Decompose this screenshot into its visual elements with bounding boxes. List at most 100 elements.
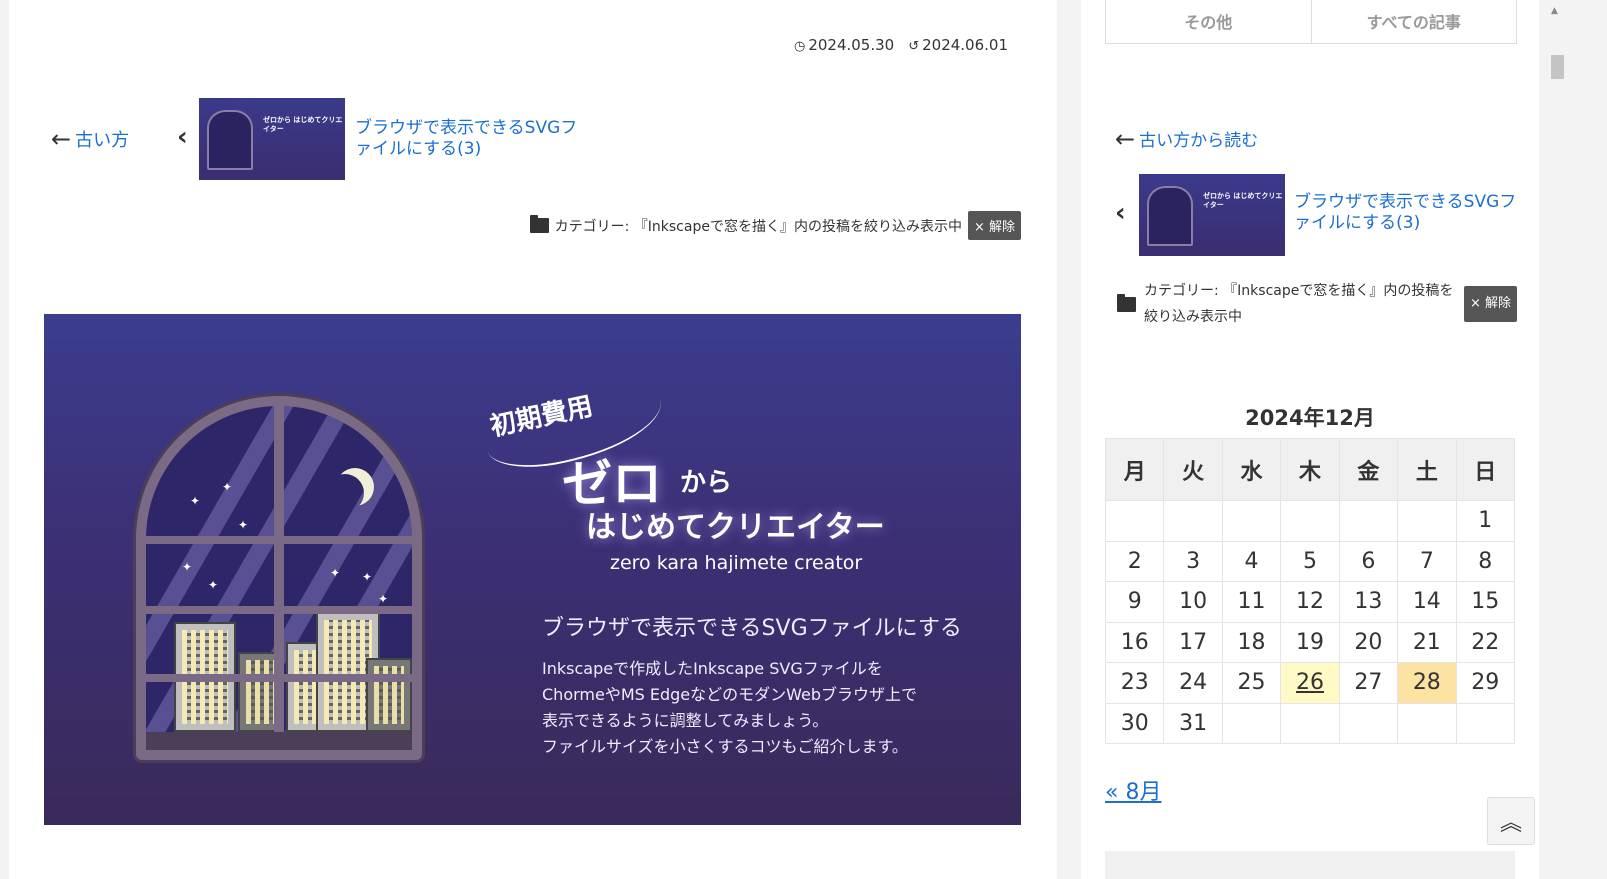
calendar-day: 5 bbox=[1280, 540, 1340, 582]
post-navigation: ← 古い方 ‹ ゼロから はじめてクリエイター ブラウザで表示できるSVGファイ… bbox=[9, 98, 1057, 182]
hero-subtitle: ブラウザで表示できるSVGファイルにする bbox=[542, 616, 962, 641]
sidebar-post-title-link[interactable]: ブラウザで表示できるSVGファイルにする(3) bbox=[1294, 192, 1524, 234]
unset-filter-button[interactable]: × 解除 bbox=[967, 211, 1021, 240]
calendar-day: 8 bbox=[1455, 540, 1516, 582]
calendar-weekday: 火 bbox=[1163, 438, 1223, 501]
calendar-day: 11 bbox=[1221, 581, 1282, 623]
folder-icon bbox=[1117, 293, 1136, 312]
calendar-week: 9 10 11 12 13 14 15 bbox=[1104, 581, 1516, 623]
scroll-up-arrow-icon[interactable]: ▲ bbox=[1551, 6, 1558, 16]
calendar-empty-cell bbox=[1397, 702, 1457, 744]
clock-icon: ◷ bbox=[793, 39, 806, 54]
calendar-weekday: 水 bbox=[1221, 438, 1282, 501]
chevron-left-icon[interactable]: ‹ bbox=[177, 122, 188, 152]
star-icon: ✦ bbox=[362, 570, 373, 584]
calendar-weekday: 金 bbox=[1338, 438, 1399, 501]
calendar-empty-cell bbox=[1455, 702, 1516, 744]
folder-icon bbox=[529, 215, 549, 233]
calendar-weekday: 日 bbox=[1455, 438, 1516, 501]
star-icon: ✦ bbox=[378, 592, 389, 606]
hero-logo-kara: から bbox=[680, 468, 733, 498]
scrollbar[interactable]: ▲ bbox=[1547, 0, 1567, 879]
calendar-day: 2 bbox=[1104, 540, 1165, 582]
calendar-weekday: 土 bbox=[1397, 438, 1457, 501]
calendar-weekdays: 月火水木金土日 bbox=[1104, 438, 1516, 501]
calendar-day: 24 bbox=[1163, 662, 1223, 704]
calendar-day: 16 bbox=[1104, 621, 1165, 663]
building bbox=[366, 658, 412, 732]
calendar-empty-cell bbox=[1338, 500, 1399, 542]
calendar-day: 17 bbox=[1163, 621, 1223, 663]
sidebar-tabs: その他 すべての記事 bbox=[1105, 0, 1517, 44]
moon-icon bbox=[326, 474, 364, 512]
calendar-day: 19 bbox=[1280, 621, 1340, 663]
calendar-weekday: 木 bbox=[1280, 438, 1340, 501]
hero-logo-roman: zero kara hajimete creator bbox=[610, 552, 863, 574]
thumbnail-title: ゼロから はじめてクリエイター bbox=[1203, 192, 1283, 209]
calendar-day: 1 bbox=[1455, 500, 1516, 542]
calendar-day: 13 bbox=[1338, 581, 1399, 623]
refresh-icon: ↺ bbox=[908, 39, 920, 54]
calendar-day: 10 bbox=[1163, 581, 1223, 623]
calendar-day: 15 bbox=[1455, 581, 1516, 623]
calendar-empty-cell bbox=[1280, 500, 1340, 542]
post-dates: ◷ 2024.05.30 ↺ 2024.06.01 bbox=[794, 36, 1008, 54]
chevron-left-icon[interactable]: ‹ bbox=[1115, 198, 1126, 228]
calendar-week: 30 31 bbox=[1104, 702, 1516, 744]
hero-description: Inkscapeで作成したInkscape SVGファイルを ChormeやMS… bbox=[542, 659, 918, 756]
calendar-day: 18 bbox=[1221, 621, 1282, 663]
star-icon: ✦ bbox=[182, 560, 193, 574]
calendar-prev-month-link[interactable]: « 8月 bbox=[1105, 774, 1161, 806]
calendar-weekday: 月 bbox=[1104, 438, 1165, 501]
calendar-week: 2345678 bbox=[1104, 540, 1516, 582]
calendar-day: 23 bbox=[1104, 662, 1165, 704]
calendar-week: 16 17 18 19 20 21 22 bbox=[1104, 621, 1516, 663]
prev-post-title-link[interactable]: ブラウザで表示できるSVGファイルにする(3) bbox=[355, 118, 585, 160]
arrow-left-icon: ← bbox=[1115, 124, 1136, 153]
calendar-day: 3 bbox=[1163, 540, 1223, 582]
sidebar-unset-filter-button[interactable]: × 解除 bbox=[1463, 286, 1517, 322]
category-filter-bar: カテゴリー: 『Inkscapeで窓を描く』内の投稿を絞り込み表示中 × 解除 bbox=[529, 211, 1021, 240]
category-filter-text: カテゴリー: 『Inkscapeで窓を描く』内の投稿を絞り込み表示中 bbox=[554, 218, 962, 235]
published-date: ◷ 2024.05.30 bbox=[793, 36, 895, 54]
calendar-day: 22 bbox=[1455, 621, 1516, 663]
calendar-day: 31 bbox=[1163, 702, 1223, 744]
star-icon: ✦ bbox=[330, 566, 341, 580]
calendar-day[interactable]: 26 bbox=[1280, 662, 1340, 704]
back-to-top-button[interactable]: ︽ bbox=[1487, 797, 1535, 845]
older-posts-link[interactable]: ← 古い方 bbox=[51, 126, 129, 152]
calendar-empty-cell bbox=[1338, 702, 1399, 744]
tab-other[interactable]: その他 bbox=[1106, 0, 1311, 43]
main-content: ◷ 2024.05.30 ↺ 2024.06.01 ← 古い方 ‹ ゼロから はじめ… bbox=[9, 0, 1057, 879]
window-illustration bbox=[1147, 186, 1193, 246]
star-icon: ✦ bbox=[238, 518, 249, 532]
hero-image: ✦ ✦ ✦ ✦ ✦ ✦ ✦ ✦ 初期費用 ゼロ から はじめてクリエイター ze… bbox=[44, 314, 1021, 825]
calendar-day: 4 bbox=[1221, 540, 1282, 582]
calendar-day: 14 bbox=[1397, 581, 1457, 623]
calendar-day: 28 bbox=[1397, 662, 1457, 704]
arrow-left-icon: ← bbox=[51, 125, 72, 153]
sidebar-category-filter: カテゴリー: 『Inkscapeで窓を描く』内の投稿を絞り込み表示中 × 解除 bbox=[1117, 278, 1517, 330]
prev-post-thumbnail[interactable]: ゼロから はじめてクリエイター bbox=[199, 98, 345, 180]
sidebar-post-thumbnail[interactable]: ゼロから はじめてクリエイター bbox=[1139, 174, 1285, 256]
read-from-oldest-link[interactable]: ← 古い方から読む bbox=[1115, 124, 1258, 153]
hero-logo-hajimete: はじめてクリエイター bbox=[586, 510, 885, 545]
calendar-week: 1 bbox=[1104, 500, 1516, 542]
calendar-empty-cell bbox=[1163, 500, 1223, 542]
thumbnail-title: ゼロから はじめてクリエイター bbox=[263, 116, 343, 133]
calendar-empty-cell bbox=[1221, 500, 1282, 542]
calendar-empty-cell bbox=[1104, 500, 1165, 542]
calendar-empty-cell bbox=[1397, 500, 1457, 542]
sidebar: その他 すべての記事 ← 古い方から読む ‹ ゼロから はじめてクリエイター ブ… bbox=[1081, 0, 1539, 879]
calendar-empty-cell bbox=[1280, 702, 1340, 744]
calendar-empty-cell bbox=[1221, 702, 1282, 744]
calendar-day: 21 bbox=[1397, 621, 1457, 663]
updated-date: ↺ 2024.06.01 bbox=[908, 36, 1008, 54]
tab-all-posts[interactable]: すべての記事 bbox=[1310, 0, 1517, 43]
star-icon: ✦ bbox=[190, 494, 201, 508]
arched-window-illustration: ✦ ✦ ✦ ✦ ✦ ✦ ✦ ✦ bbox=[136, 396, 422, 760]
calendar-day: 30 bbox=[1104, 702, 1165, 744]
calendar-week: 23 24 25 26 27 28 29 bbox=[1104, 662, 1516, 704]
scrollbar-thumb[interactable] bbox=[1551, 55, 1564, 79]
calendar-day: 20 bbox=[1338, 621, 1399, 663]
